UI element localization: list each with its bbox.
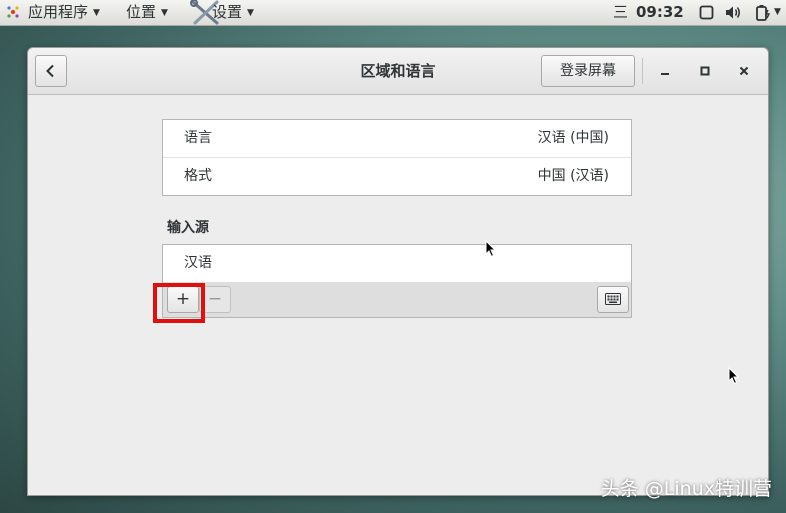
language-label: 语言 — [184, 130, 212, 146]
battery-icon[interactable] — [755, 4, 771, 21]
places-menu-label: 位置 — [126, 3, 157, 21]
region-settings-list: 语言 汉语 (中国) 格式 中国 (汉语) — [162, 119, 632, 196]
chevron-down-icon: ▼ — [247, 8, 254, 18]
clock[interactable]: 09:32 — [636, 0, 684, 25]
header-bar: 区域和语言 登录屏幕 — [28, 48, 768, 95]
applications-menu[interactable]: 应用程序 ▼ — [28, 0, 100, 25]
apps-icon — [7, 6, 19, 18]
pointer-icon — [485, 240, 497, 258]
keyboard-icon — [605, 293, 621, 305]
applications-menu-label: 应用程序 — [28, 3, 89, 21]
volume-icon[interactable] — [725, 5, 742, 20]
minimize-icon[interactable] — [654, 60, 676, 82]
input-source-item[interactable]: 汉语 — [163, 245, 631, 283]
region-language-window: 区域和语言 登录屏幕 语言 汉语 (中国) 格式 中国 (汉语) 输入源 汉语 … — [27, 47, 769, 496]
input-sources-toolbar: + − — [162, 282, 632, 318]
formats-row[interactable]: 格式 中国 (汉语) — [163, 157, 631, 195]
maximize-icon[interactable] — [694, 60, 716, 82]
window-icon[interactable] — [699, 5, 714, 20]
language-row[interactable]: 语言 汉语 (中国) — [163, 120, 631, 157]
close-icon[interactable] — [733, 60, 755, 82]
input-sources-heading: 输入源 — [167, 220, 209, 236]
language-value: 汉语 (中国) — [537, 130, 609, 146]
top-panel: 应用程序 ▼ 位置 ▼ 设置 ▼ 三 09:32 ▼ — [0, 0, 786, 26]
keyboard-layout-button[interactable] — [597, 286, 629, 313]
settings-menu-label: 设置 — [212, 3, 243, 21]
input-sources-list: 汉语 — [162, 244, 632, 283]
chevron-down-icon: ▼ — [161, 8, 168, 18]
chevron-down-icon[interactable]: ▼ — [774, 0, 781, 24]
places-menu[interactable]: 位置 ▼ — [126, 0, 168, 25]
login-screen-button[interactable]: 登录屏幕 — [541, 55, 635, 87]
pointer-icon — [728, 367, 740, 385]
header-separator — [642, 58, 643, 84]
chevron-down-icon: ▼ — [93, 8, 100, 18]
highlight-box — [153, 283, 205, 323]
settings-menu[interactable]: 设置 ▼ — [212, 0, 254, 25]
input-source-label: 汉语 — [184, 255, 212, 271]
input-method-indicator[interactable]: 三 — [613, 0, 628, 25]
watermark: 头条 @Linux特训营 — [600, 478, 772, 500]
formats-value: 中国 (汉语) — [537, 168, 609, 184]
formats-label: 格式 — [184, 168, 212, 184]
